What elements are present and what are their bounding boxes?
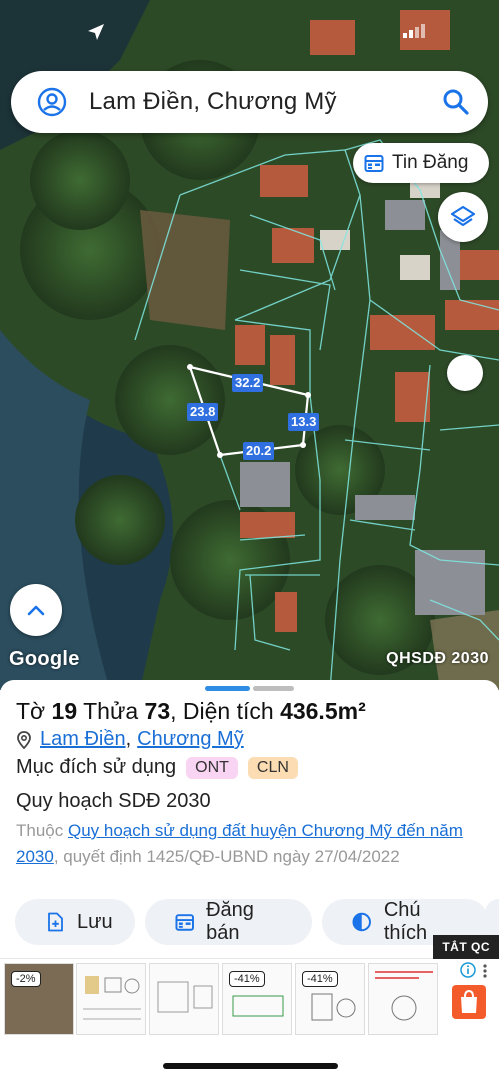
more-vertical-icon[interactable] — [482, 963, 488, 979]
ad-banner[interactable]: TẮT QC -2% -41% -41% — [0, 935, 499, 1038]
listings-label: Tin Đăng — [392, 152, 469, 173]
land-use-tag-cln[interactable]: CLN — [247, 756, 298, 779]
search-icon[interactable] — [442, 88, 470, 116]
pcb-image — [232, 995, 284, 1017]
action-bar: Lưu Đăng bán Chú thích — [15, 899, 499, 945]
commune-link[interactable]: Lam Điền — [40, 728, 126, 751]
signal-icon — [403, 24, 425, 38]
dimension-label-top: 32.2 — [232, 374, 264, 392]
circuit-diagram-image — [83, 976, 141, 1020]
account-icon[interactable] — [37, 87, 67, 117]
district-link[interactable]: Chương Mỹ — [137, 728, 244, 751]
search-bar[interactable]: Lam Điền, Chương Mỹ — [11, 71, 488, 133]
post-sale-label: Đăng bán — [206, 899, 254, 944]
listings-button[interactable]: Tin Đăng — [353, 143, 489, 183]
area-value: 436.5m² — [280, 698, 366, 724]
ad-product-thumbnail[interactable] — [76, 963, 146, 1035]
shopee-icon[interactable] — [452, 985, 486, 1019]
layers-icon — [450, 205, 476, 227]
location-pin-icon — [17, 730, 31, 749]
file-add-icon — [48, 912, 63, 932]
page-indicator[interactable] — [253, 686, 294, 691]
sheet-number: 19 — [51, 698, 78, 724]
post-sale-button[interactable]: Đăng bán — [144, 899, 313, 945]
calendar-icon — [175, 914, 194, 931]
plan-description: Thuộc Quy hoạch sử dụng đất huyện Chương… — [16, 818, 486, 870]
close-ads-button[interactable]: TẮT QC — [433, 935, 499, 959]
parcel-number: 73 — [144, 698, 171, 724]
sheet-prefix: Tờ — [16, 698, 46, 724]
location-row: Lam Điền , Chương Mỹ — [16, 728, 244, 751]
discount-badge: -2% — [11, 971, 41, 987]
search-query[interactable]: Lam Điền, Chương Mỹ — [89, 88, 442, 116]
expand-up-button[interactable] — [10, 584, 62, 636]
land-use-label: Mục đích sử dụng — [16, 756, 177, 778]
land-use-row: Mục đích sử dụng ONT CLN — [16, 756, 308, 779]
parcel-word: Thửa — [83, 698, 139, 724]
map-layer-label: QHSDĐ 2030 — [386, 650, 489, 667]
google-logo: Google — [9, 648, 80, 670]
location-arrow-icon — [88, 24, 104, 40]
page-indicator-active[interactable] — [205, 686, 250, 691]
ad-product-thumbnail[interactable]: -41% — [295, 963, 365, 1035]
shopping-bag-icon — [461, 989, 477, 1013]
layers-button[interactable] — [438, 192, 488, 242]
half-circle-icon — [352, 912, 372, 932]
map-drag-handle[interactable] — [447, 355, 483, 391]
chevron-up-icon — [27, 605, 45, 616]
ad-product-thumbnail[interactable] — [368, 963, 438, 1035]
dimension-label-right: 13.3 — [288, 413, 320, 431]
plan-desc-suffix: , quyết định 1425/QĐ-UBND ngày 27/04/202… — [53, 847, 400, 866]
save-button[interactable]: Lưu — [15, 899, 135, 945]
separator: , — [125, 728, 132, 750]
info-icon[interactable] — [460, 962, 476, 978]
plan-desc-prefix: Thuộc — [16, 821, 64, 840]
calendar-icon — [364, 155, 384, 172]
save-label: Lưu — [77, 910, 113, 933]
land-use-tag-ont[interactable]: ONT — [186, 756, 238, 779]
technical-drawing-image — [157, 981, 213, 1013]
plan-title: Quy hoạch SDĐ 2030 — [16, 790, 211, 812]
ad-product-thumbnail[interactable] — [149, 963, 219, 1035]
device-image — [311, 993, 356, 1021]
area-label: , Diện tích — [170, 698, 274, 724]
map-view[interactable]: Lam Điền, Chương Mỹ Tin Đăng 32.2 23.8 1… — [0, 0, 499, 690]
parcel-title: Tờ 19 Thửa 73, Diện tích 436.5m² — [16, 698, 366, 725]
schematic-image — [375, 971, 433, 1021]
dimension-label-bottom: 20.2 — [243, 442, 275, 460]
dimension-label-left: 23.8 — [187, 403, 219, 421]
ad-product-thumbnail[interactable]: -41% — [222, 963, 292, 1035]
ad-product-thumbnail[interactable]: -2% — [4, 963, 74, 1035]
home-indicator[interactable] — [163, 1063, 338, 1069]
